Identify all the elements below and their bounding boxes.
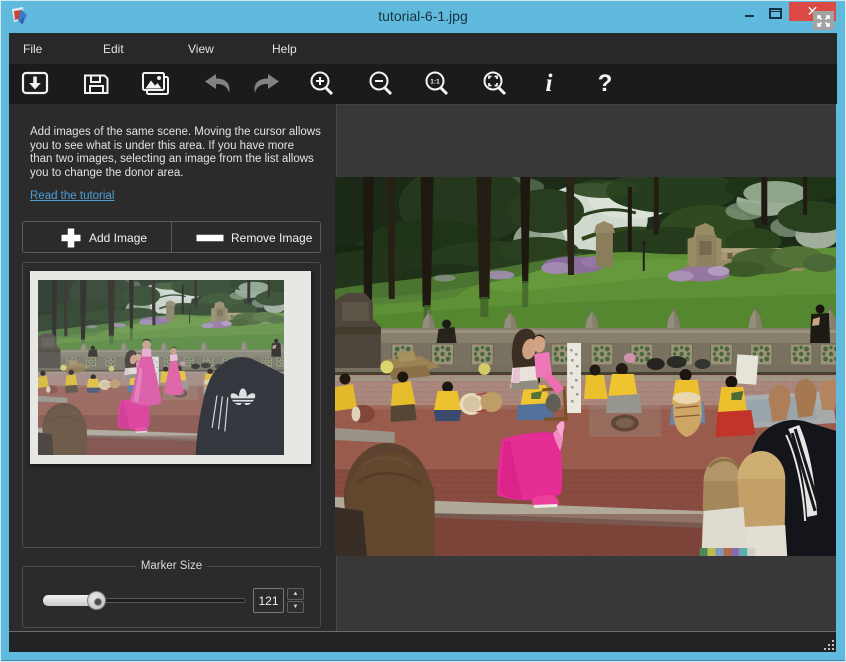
svg-text:1:1: 1:1 <box>430 79 440 86</box>
svg-text:?: ? <box>598 70 613 97</box>
svg-text:i: i <box>546 70 553 97</box>
